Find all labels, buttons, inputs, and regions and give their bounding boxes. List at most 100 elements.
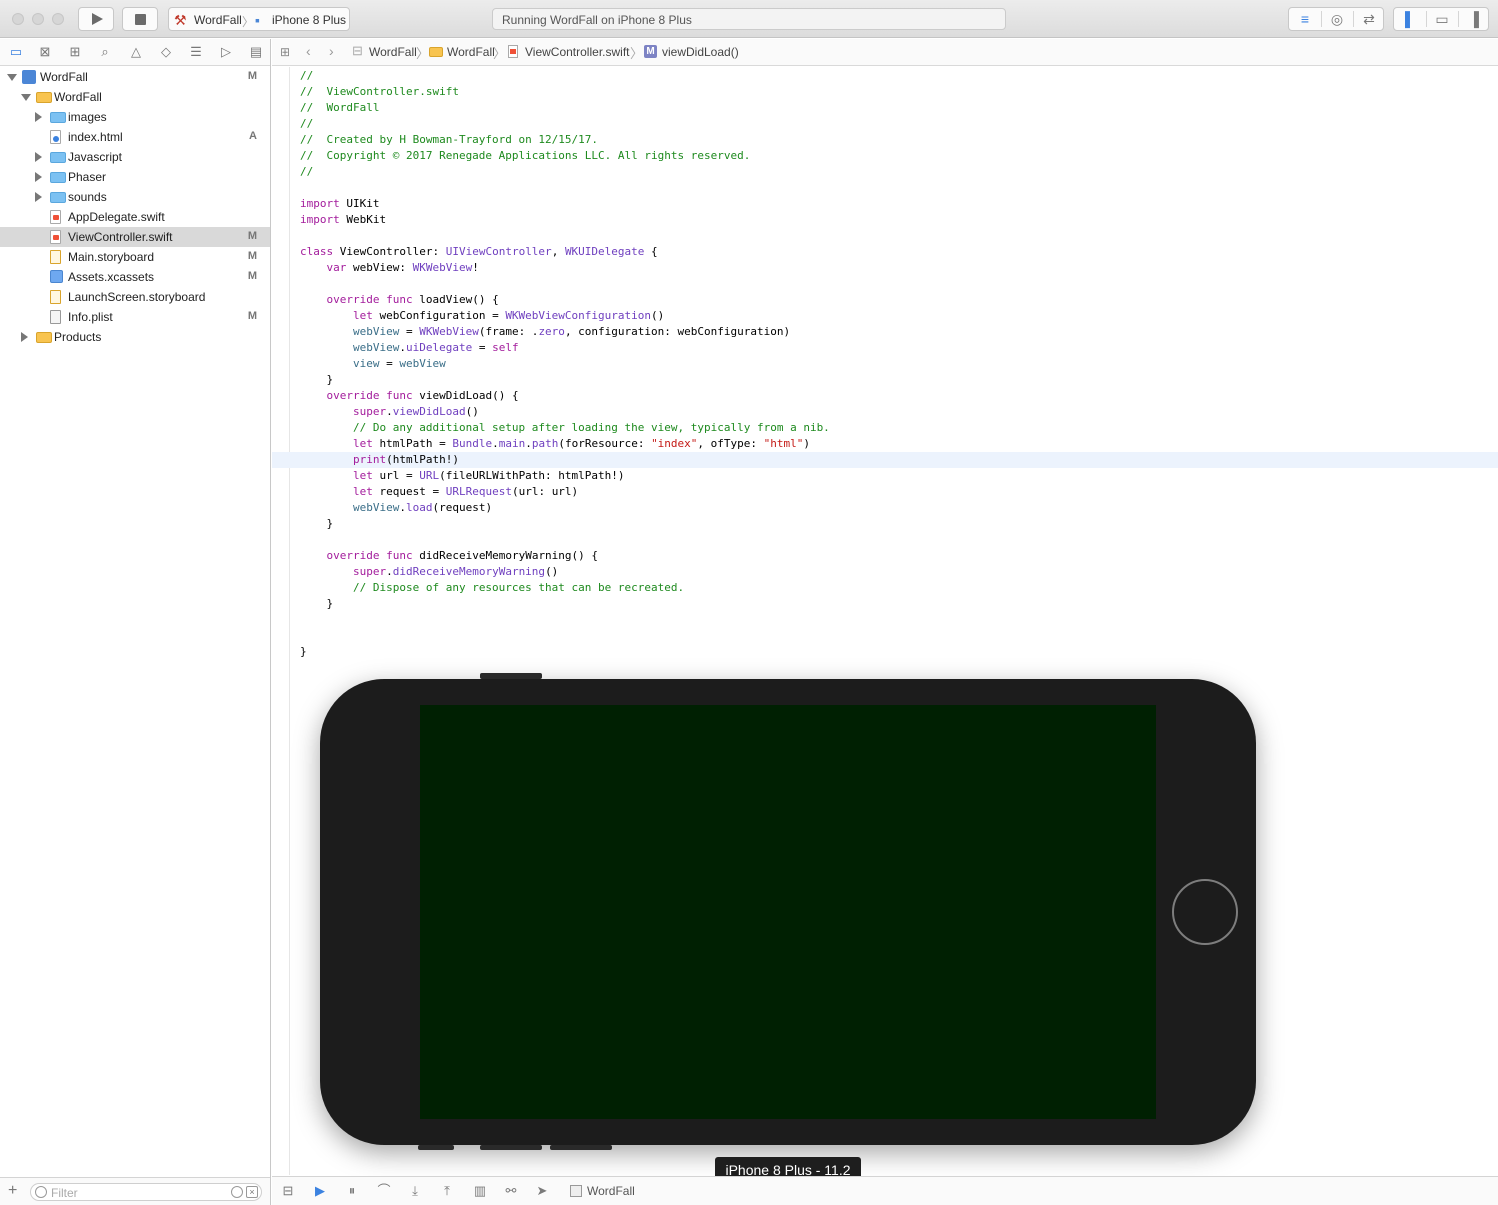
code-token: // Copyright © 2017 Renegade Application…: [300, 149, 751, 162]
close-window-button[interactable]: [12, 13, 24, 25]
navigator-item[interactable]: Products: [0, 327, 270, 347]
code-token: let: [352, 485, 373, 498]
scheme-project[interactable]: WordFall: [194, 13, 242, 27]
breakpoint-icon[interactable]: ▷: [216, 43, 236, 61]
disclosure-closed-icon[interactable]: [35, 172, 42, 182]
code-token: Bundle: [452, 437, 493, 450]
utilities-toggle-icon[interactable]: ▐: [1458, 8, 1490, 30]
power-button[interactable]: [480, 673, 542, 679]
navigator-item-label: Info.plist: [68, 310, 113, 324]
location-icon[interactable]: ➤: [533, 1183, 551, 1199]
code-token: .: [399, 501, 406, 514]
debug-area-toggle-icon[interactable]: ▭: [1426, 8, 1458, 30]
navigator-toggle-icon[interactable]: ▌: [1394, 8, 1426, 30]
filter-input[interactable]: [51, 1185, 221, 1200]
debug-icon[interactable]: ☰: [186, 43, 206, 61]
jump-bar-group[interactable]: WordFall: [447, 45, 495, 59]
zoom-window-button[interactable]: [52, 13, 64, 25]
view-debugger-icon[interactable]: ▥: [471, 1183, 489, 1199]
navigator-item[interactable]: sounds: [0, 187, 270, 207]
navigator-item[interactable]: LaunchScreen.storyboard: [0, 287, 270, 307]
code-token: let: [352, 437, 373, 450]
navigator-item[interactable]: images: [0, 107, 270, 127]
code-token: .: [399, 341, 406, 354]
version-editor-icon[interactable]: ⇄: [1353, 8, 1385, 30]
step-over-icon[interactable]: ⌒: [375, 1183, 393, 1199]
navigator-item[interactable]: Phaser: [0, 167, 270, 187]
code-token: self: [492, 341, 519, 354]
navigator-item[interactable]: ViewController.swift M: [0, 227, 270, 247]
html-file-icon: [50, 130, 61, 144]
search-icon[interactable]: ⌕: [95, 43, 115, 61]
breakpoints-icon[interactable]: ▶: [311, 1183, 329, 1199]
step-into-icon[interactable]: ⤓: [406, 1183, 424, 1199]
home-button[interactable]: [1172, 879, 1238, 945]
debug-app-name[interactable]: WordFall: [587, 1184, 635, 1198]
navigator-item-label: index.html: [68, 130, 123, 144]
hide-debug-icon[interactable]: ⊟: [279, 1183, 297, 1199]
mute-switch[interactable]: [418, 1145, 454, 1150]
code-token: =: [472, 341, 493, 354]
navigator-item[interactable]: Main.storyboard M: [0, 247, 270, 267]
code-token: , configuration: webConfiguration): [564, 325, 791, 338]
navigator-item[interactable]: Javascript: [0, 147, 270, 167]
simulator-screen[interactable]: [420, 705, 1156, 1119]
back-icon[interactable]: ‹: [306, 43, 311, 59]
related-items-icon[interactable]: ⊞: [280, 45, 290, 59]
navigator-item[interactable]: Assets.xcassets M: [0, 267, 270, 287]
disclosure-open-icon[interactable]: [7, 74, 17, 81]
code-token: (): [465, 405, 479, 418]
navigator-item[interactable]: WordFall M: [0, 67, 270, 87]
scheme-selector[interactable]: ⚒ WordFall 〉 ▪ iPhone 8 Plus: [168, 7, 350, 31]
disclosure-closed-icon[interactable]: [21, 332, 28, 342]
disclosure-open-icon[interactable]: [21, 94, 31, 101]
code-token: viewDidLoad() {: [412, 389, 519, 402]
source-control-icon[interactable]: ⊠: [35, 43, 55, 61]
code-token: url =: [372, 469, 420, 482]
code-token: WKWebView: [419, 325, 479, 338]
report-icon[interactable]: ▤: [246, 43, 266, 61]
disclosure-closed-icon[interactable]: [35, 112, 42, 122]
step-out-icon[interactable]: ⤒: [438, 1183, 456, 1199]
app-icon: [570, 1185, 582, 1197]
disclosure-closed-icon[interactable]: [35, 152, 42, 162]
forward-icon[interactable]: ›: [329, 43, 334, 59]
minimize-window-button[interactable]: [32, 13, 44, 25]
scheme-separator-icon: 〉: [242, 15, 255, 29]
navigator-item[interactable]: index.html A: [0, 127, 270, 147]
code-line: //: [272, 68, 1498, 84]
test-icon[interactable]: ◇: [156, 43, 176, 61]
source-control-filter-icon[interactable]: ×: [246, 1186, 258, 1198]
code-token: UIKit: [339, 197, 380, 210]
pause-icon[interactable]: ⏸: [343, 1183, 361, 1199]
jump-bar-project[interactable]: WordFall: [369, 45, 417, 59]
standard-editor-icon[interactable]: ≡: [1289, 8, 1321, 30]
jump-bar-file[interactable]: ViewController.swift: [525, 45, 629, 59]
navigator-item[interactable]: AppDelegate.swift: [0, 207, 270, 227]
folder-icon[interactable]: ▭: [6, 43, 26, 61]
filter-field[interactable]: ×: [30, 1183, 262, 1201]
stop-button[interactable]: [122, 7, 158, 31]
hierarchy-icon[interactable]: ⊞: [65, 43, 85, 61]
scheme-device[interactable]: iPhone 8 Plus: [272, 13, 346, 27]
recent-files-icon[interactable]: [231, 1186, 243, 1198]
warning-icon[interactable]: △: [126, 43, 146, 61]
code-token: view: [352, 357, 380, 370]
code-token: func: [386, 549, 413, 562]
add-file-button[interactable]: +: [8, 1182, 17, 1200]
code-token: !: [472, 261, 479, 274]
code-token: (forResource:: [558, 437, 652, 450]
memory-graph-icon[interactable]: ⚯: [502, 1183, 520, 1199]
navigator-item[interactable]: Info.plist M: [0, 307, 270, 327]
volume-down-button[interactable]: [550, 1145, 612, 1150]
code-token: // Dispose of any resources that can be …: [352, 581, 685, 594]
run-button[interactable]: [78, 7, 114, 31]
code-token: zero: [538, 325, 565, 338]
code-line: }: [272, 596, 1498, 612]
disclosure-closed-icon[interactable]: [35, 192, 42, 202]
volume-up-button[interactable]: [480, 1145, 542, 1150]
jump-bar-symbol[interactable]: viewDidLoad(): [662, 45, 739, 59]
code-token: class: [300, 245, 334, 258]
navigator-item[interactable]: WordFall: [0, 87, 270, 107]
assistant-editor-icon[interactable]: ◎: [1321, 8, 1353, 30]
